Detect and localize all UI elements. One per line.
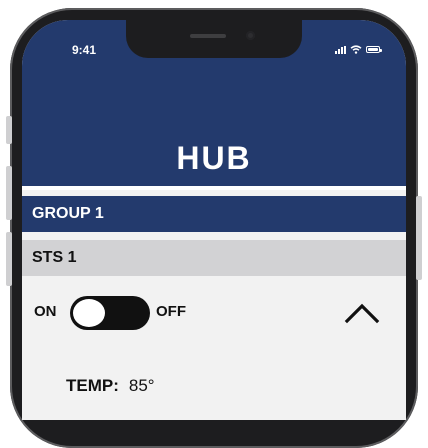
device-label: STS 1	[32, 249, 77, 266]
group-label: GROUP 1	[32, 205, 104, 222]
on-label: ON	[34, 303, 57, 320]
phone-screen: 9:41 HUB GROUP 1 STS 1 ON OFF TEMP: 85°	[22, 20, 406, 420]
status-icons	[335, 45, 382, 54]
power-button	[416, 196, 422, 280]
mute-switch	[6, 116, 12, 144]
temperature-reading: TEMP: 85°	[66, 376, 155, 396]
temperature-value: 85°	[128, 376, 155, 395]
speaker-grille	[190, 34, 226, 38]
battery-icon	[366, 46, 382, 53]
chevron-up-icon[interactable]	[343, 299, 381, 325]
header-divider	[22, 186, 406, 190]
wifi-icon	[350, 45, 362, 54]
volume-up-button	[6, 166, 12, 220]
power-control-row: ON OFF	[22, 292, 406, 332]
status-time: 9:41	[72, 43, 97, 57]
power-toggle-switch[interactable]	[70, 296, 150, 330]
volume-down-button	[6, 232, 12, 286]
device-row[interactable]: STS 1	[22, 240, 406, 276]
front-camera	[246, 31, 255, 40]
signal-icon	[335, 45, 346, 54]
camera-notch	[126, 20, 302, 58]
temperature-label: TEMP:	[66, 376, 119, 395]
app-title: HUB	[176, 140, 252, 176]
group-row[interactable]: GROUP 1	[22, 196, 406, 232]
app-header: 9:41 HUB	[22, 20, 406, 186]
toggle-knob	[72, 298, 106, 328]
off-label: OFF	[156, 303, 186, 320]
